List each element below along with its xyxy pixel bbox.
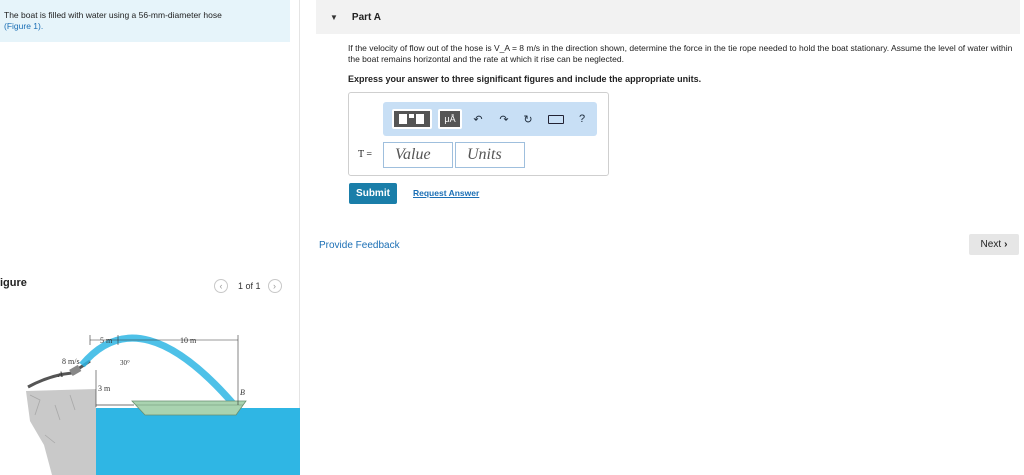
help-button[interactable]: ? [575, 109, 589, 129]
keyboard-icon[interactable] [546, 109, 566, 129]
provide-feedback-link[interactable]: Provide Feedback [319, 240, 400, 251]
problem-statement: The boat is filled with water using a 56… [4, 10, 222, 20]
dock-ground [26, 389, 96, 475]
next-button[interactable]: Next › [969, 234, 1019, 255]
left-pane: The boat is filled with water using a 56… [0, 0, 300, 475]
boat-hose-figure: 5 m 10 m 3 m 30° 8 m/s A B [26, 334, 300, 475]
problem-statement-box: The boat is filled with water using a 56… [0, 0, 290, 42]
reset-icon[interactable]: ↻ [520, 109, 536, 129]
answer-box: μÅ ↶ ↷ ↻ ? T = [348, 92, 609, 176]
figure-pager: ‹ 1 of 1 › [214, 279, 282, 293]
undo-icon[interactable]: ↶ [470, 109, 486, 129]
math-toolbar: μÅ ↶ ↷ ↻ ? [383, 102, 597, 136]
point-a-label: A [57, 370, 63, 379]
chevron-left-icon[interactable]: ‹ [214, 279, 228, 293]
point-b-label: B [240, 388, 245, 397]
water-body [96, 408, 300, 475]
figure-heading: igure [0, 277, 27, 289]
units-input[interactable] [455, 142, 525, 168]
water-jet [79, 334, 239, 410]
question-text: If the velocity of flow out of the hose … [348, 43, 1013, 64]
dim-5m-label: 5 m [100, 336, 113, 345]
chevron-right-icon[interactable]: › [267, 279, 282, 293]
value-input[interactable] [383, 142, 453, 168]
boat [131, 400, 247, 416]
part-title: Part A [351, 11, 382, 23]
dim-3m-label: 3 m [98, 384, 111, 393]
next-label: Next [980, 239, 1002, 250]
units-button[interactable]: μÅ [438, 109, 462, 129]
velocity-label: 8 m/s [62, 357, 80, 366]
template-icon[interactable] [392, 109, 432, 129]
figure-link[interactable]: (Figure 1). [4, 21, 290, 32]
right-pane: ▼ Part A If the velocity of flow out of … [316, 0, 1024, 475]
request-answer-link[interactable]: Request Answer [413, 188, 479, 198]
chevron-right-icon: › [1004, 239, 1008, 250]
part-a-header[interactable]: ▼ Part A [316, 0, 1020, 34]
instruction-text: Express your answer to three significant… [348, 74, 702, 84]
redo-icon[interactable]: ↷ [496, 109, 512, 129]
pager-text: 1 of 1 [238, 281, 261, 291]
dim-10m-label: 10 m [180, 336, 197, 345]
caret-down-icon: ▼ [330, 12, 338, 22]
answer-label: T = [358, 149, 373, 160]
submit-button[interactable]: Submit [349, 183, 397, 204]
angle-label: 30° [120, 359, 130, 367]
